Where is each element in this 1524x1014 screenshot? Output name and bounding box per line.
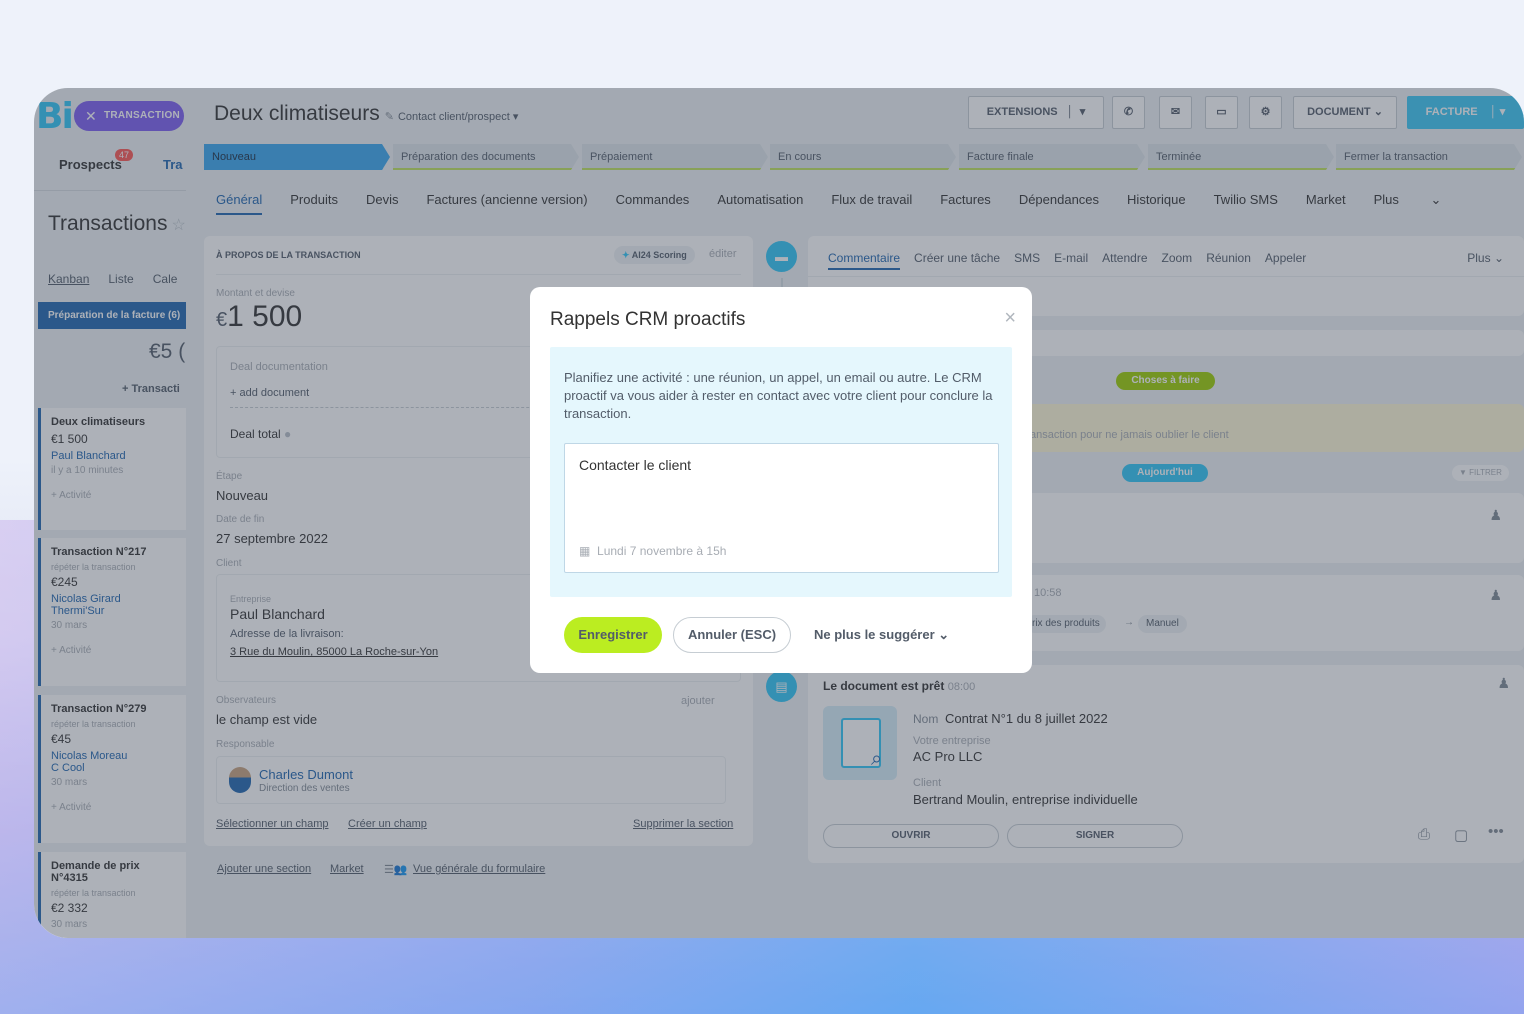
save-button[interactable]: Enregistrer [564,617,662,653]
modal-title: Rappels CRM proactifs [550,309,746,330]
modal-description: Planifiez une activité : une réunion, un… [564,370,993,421]
chevron-down-icon: ⌄ [938,627,950,642]
never-suggest-dropdown[interactable]: Ne plus le suggérer ⌄ [814,627,949,643]
modal-content-box: Planifiez une activité : une réunion, un… [550,347,1012,597]
activity-input-value: Contacter le client [579,457,692,473]
proactive-crm-modal: Rappels CRM proactifs × Planifiez une ac… [530,287,1032,673]
activity-input[interactable]: Contacter le client ▦ Lundi 7 novembre à… [564,443,999,573]
calendar-icon: ▦ [579,544,591,558]
cancel-button[interactable]: Annuler (ESC) [673,617,791,653]
activity-date[interactable]: ▦ Lundi 7 novembre à 15h [579,544,726,558]
close-icon[interactable]: × [1004,307,1016,330]
